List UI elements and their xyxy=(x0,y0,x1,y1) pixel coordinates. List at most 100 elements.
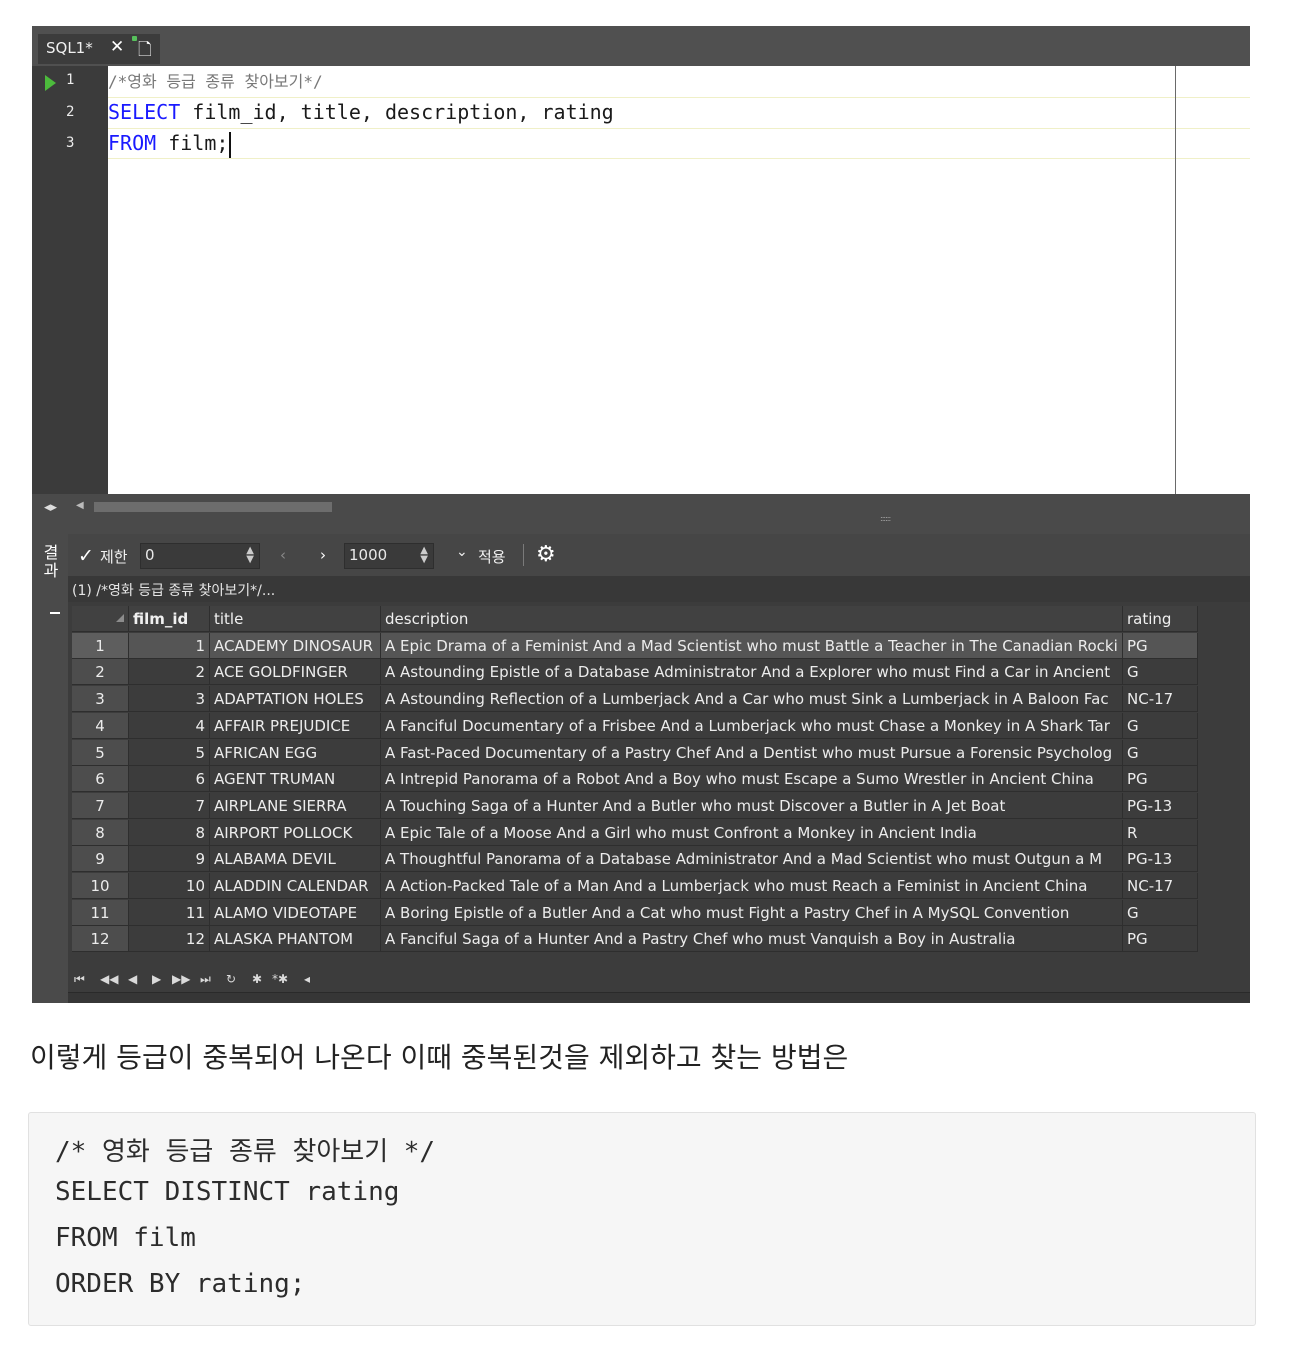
title-cell[interactable]: ADAPTATION HOLES xyxy=(210,686,381,712)
description-cell[interactable]: A Touching Saga of a Hunter And a Butler… xyxy=(381,793,1123,819)
next-record-icon[interactable]: ▶ xyxy=(152,972,161,986)
rating-cell[interactable]: G xyxy=(1123,659,1198,685)
rating-cell[interactable]: PG xyxy=(1123,766,1198,792)
row-number-header[interactable] xyxy=(72,606,129,632)
column-header-rating[interactable]: rating xyxy=(1123,606,1198,632)
next-page-icon[interactable]: ▶▶ xyxy=(172,972,190,986)
film-id-cell[interactable]: 3 xyxy=(129,686,210,712)
collapse-icon[interactable] xyxy=(50,612,60,614)
film-id-cell[interactable]: 10 xyxy=(129,873,210,899)
gear-icon[interactable]: ⚙ xyxy=(536,542,556,567)
refresh-icon[interactable]: ↻ xyxy=(226,972,236,986)
table-row[interactable]: 12 12 ALASKA PHANTOM A Fanciful Saga of a H… xyxy=(72,926,1198,952)
description-cell[interactable]: A Epic Drama of a Feminist And a Mad Sci… xyxy=(381,633,1123,659)
title-cell[interactable]: ACE GOLDFINGER xyxy=(210,659,381,685)
table-row[interactable]: 6 6 AGENT TRUMAN A Intrepid Panorama of a R… xyxy=(72,766,1198,792)
insert-after-icon[interactable]: *✱ xyxy=(272,972,288,986)
split-resize-icon[interactable]: ◂▸ xyxy=(44,500,57,515)
result-set-tab[interactable]: (1) /*영화 등급 종류 찾아보기*/... xyxy=(68,576,1250,602)
row-number-cell[interactable]: 5 xyxy=(72,740,129,766)
film-id-cell[interactable]: 9 xyxy=(129,846,210,872)
description-cell[interactable]: A Intrepid Panorama of a Robot And a Boy… xyxy=(381,766,1123,792)
film-id-cell[interactable]: 7 xyxy=(129,793,210,819)
insert-record-icon[interactable]: ✱ xyxy=(252,972,262,986)
rating-cell[interactable]: NC-17 xyxy=(1123,873,1198,899)
scrollbar-thumb[interactable] xyxy=(94,502,332,512)
row-number-cell[interactable]: 8 xyxy=(72,820,129,846)
splitter-grip[interactable]: :::::: xyxy=(880,514,891,523)
column-header-film-id[interactable]: film_id xyxy=(129,606,210,632)
row-number-cell[interactable]: 9 xyxy=(72,846,129,872)
prev-record-icon[interactable]: ◀ xyxy=(128,972,137,986)
rating-cell[interactable]: PG xyxy=(1123,926,1198,952)
row-number-cell[interactable]: 7 xyxy=(72,793,129,819)
rating-cell[interactable]: G xyxy=(1123,740,1198,766)
title-cell[interactable]: ALABAMA DEVIL xyxy=(210,846,381,872)
description-cell[interactable]: A Fanciful Saga of a Hunter And a Pastry… xyxy=(381,926,1123,952)
limit-checkbox[interactable]: ✓ xyxy=(78,545,94,567)
film-id-cell[interactable]: 6 xyxy=(129,766,210,792)
table-row[interactable]: 9 9 ALABAMA DEVIL A Thoughtful Panorama of … xyxy=(72,846,1198,872)
title-cell[interactable]: ALAMO VIDEOTAPE xyxy=(210,900,381,926)
film-id-cell[interactable]: 1 xyxy=(129,633,210,659)
row-number-cell[interactable]: 6 xyxy=(72,766,129,792)
rating-cell[interactable]: G xyxy=(1123,713,1198,739)
prev-page-icon[interactable]: ◀◀ xyxy=(100,972,118,986)
column-header-title[interactable]: title xyxy=(210,606,381,632)
editor-scrollbar[interactable]: ◂▸ ◀ :::::: xyxy=(32,494,1250,523)
film-id-cell[interactable]: 5 xyxy=(129,740,210,766)
row-number-cell[interactable]: 2 xyxy=(72,659,129,685)
title-cell[interactable]: ALASKA PHANTOM xyxy=(210,926,381,952)
film-id-cell[interactable]: 2 xyxy=(129,659,210,685)
title-cell[interactable]: AFFAIR PREJUDICE xyxy=(210,713,381,739)
table-row[interactable]: 10 10 ALADDIN CALENDAR A Action-Packed Tale… xyxy=(72,873,1198,899)
description-cell[interactable]: A Epic Tale of a Moose And a Girl who mu… xyxy=(381,820,1123,846)
rating-cell[interactable]: NC-17 xyxy=(1123,686,1198,712)
table-row[interactable]: 1 1 ACADEMY DINOSAUR A Epic Drama of a Femi… xyxy=(72,633,1198,659)
table-row[interactable]: 2 2 ACE GOLDFINGER A Astounding Epistle of … xyxy=(72,659,1198,685)
rating-cell[interactable]: G xyxy=(1123,900,1198,926)
description-cell[interactable]: A Fast-Paced Documentary of a Pastry Che… xyxy=(381,740,1123,766)
title-cell[interactable]: ACADEMY DINOSAUR xyxy=(210,633,381,659)
last-record-icon[interactable]: ⏭ xyxy=(200,972,211,987)
tab-sql1[interactable]: SQL1* ✕ 🗋 xyxy=(38,34,160,64)
film-id-cell[interactable]: 4 xyxy=(129,713,210,739)
table-row[interactable]: 8 8 AIRPORT POLLOCK A Epic Tale of a Moose … xyxy=(72,820,1198,846)
title-cell[interactable]: AGENT TRUMAN xyxy=(210,766,381,792)
description-cell[interactable]: A Action-Packed Tale of a Man And a Lumb… xyxy=(381,873,1123,899)
description-cell[interactable]: A Astounding Epistle of a Database Admin… xyxy=(381,659,1123,685)
sql-editor[interactable]: /*영화 등급 종류 찾아보기*/ SELECT film_id, title,… xyxy=(108,66,1250,494)
title-cell[interactable]: AIRPLANE SIERRA xyxy=(210,793,381,819)
description-cell[interactable]: A Thoughtful Panorama of a Database Admi… xyxy=(381,846,1123,872)
row-number-cell[interactable]: 1 xyxy=(72,633,129,659)
table-row[interactable]: 7 7 AIRPLANE SIERRA A Touching Saga of a Hu… xyxy=(72,793,1198,819)
row-number-cell[interactable]: 11 xyxy=(72,900,129,926)
table-row[interactable]: 3 3 ADAPTATION HOLES A Astounding Reflectio… xyxy=(72,686,1198,712)
rating-cell[interactable]: PG xyxy=(1123,633,1198,659)
description-cell[interactable]: A Fanciful Documentary of a Frisbee And … xyxy=(381,713,1123,739)
rating-cell[interactable]: R xyxy=(1123,820,1198,846)
row-number-cell[interactable]: 12 xyxy=(72,926,129,952)
next-page-icon[interactable]: › xyxy=(320,546,326,564)
table-row[interactable]: 5 5 AFRICAN EGG A Fast-Paced Documentary of… xyxy=(72,740,1198,766)
results-side-tab[interactable]: 결과 xyxy=(32,534,68,1003)
film-id-cell[interactable]: 12 xyxy=(129,926,210,952)
film-id-cell[interactable]: 8 xyxy=(129,820,210,846)
prev-page-icon[interactable]: ‹ xyxy=(280,546,286,564)
film-id-cell[interactable]: 11 xyxy=(129,900,210,926)
row-number-cell[interactable]: 4 xyxy=(72,713,129,739)
title-cell[interactable]: AFRICAN EGG xyxy=(210,740,381,766)
row-number-cell[interactable]: 3 xyxy=(72,686,129,712)
rating-cell[interactable]: PG-13 xyxy=(1123,846,1198,872)
chevron-down-icon[interactable]: ⌄ xyxy=(456,544,468,560)
description-cell[interactable]: A Boring Epistle of a Butler And a Cat w… xyxy=(381,900,1123,926)
description-cell[interactable]: A Astounding Reflection of a Lumberjack … xyxy=(381,686,1123,712)
page-size-input[interactable]: 1000 ▲ ▼ xyxy=(344,543,434,569)
table-row[interactable]: 4 4 AFFAIR PREJUDICE A Fanciful Documentary… xyxy=(72,713,1198,739)
table-row[interactable]: 11 11 ALAMO VIDEOTAPE A Boring Epistle of a… xyxy=(72,900,1198,926)
limit-offset-input[interactable]: 0 ▲ ▼ xyxy=(140,543,260,569)
scroll-left-icon[interactable]: ◂ xyxy=(304,972,310,986)
title-cell[interactable]: ALADDIN CALENDAR xyxy=(210,873,381,899)
apply-button[interactable]: 적용 xyxy=(478,546,506,567)
title-cell[interactable]: AIRPORT POLLOCK xyxy=(210,820,381,846)
